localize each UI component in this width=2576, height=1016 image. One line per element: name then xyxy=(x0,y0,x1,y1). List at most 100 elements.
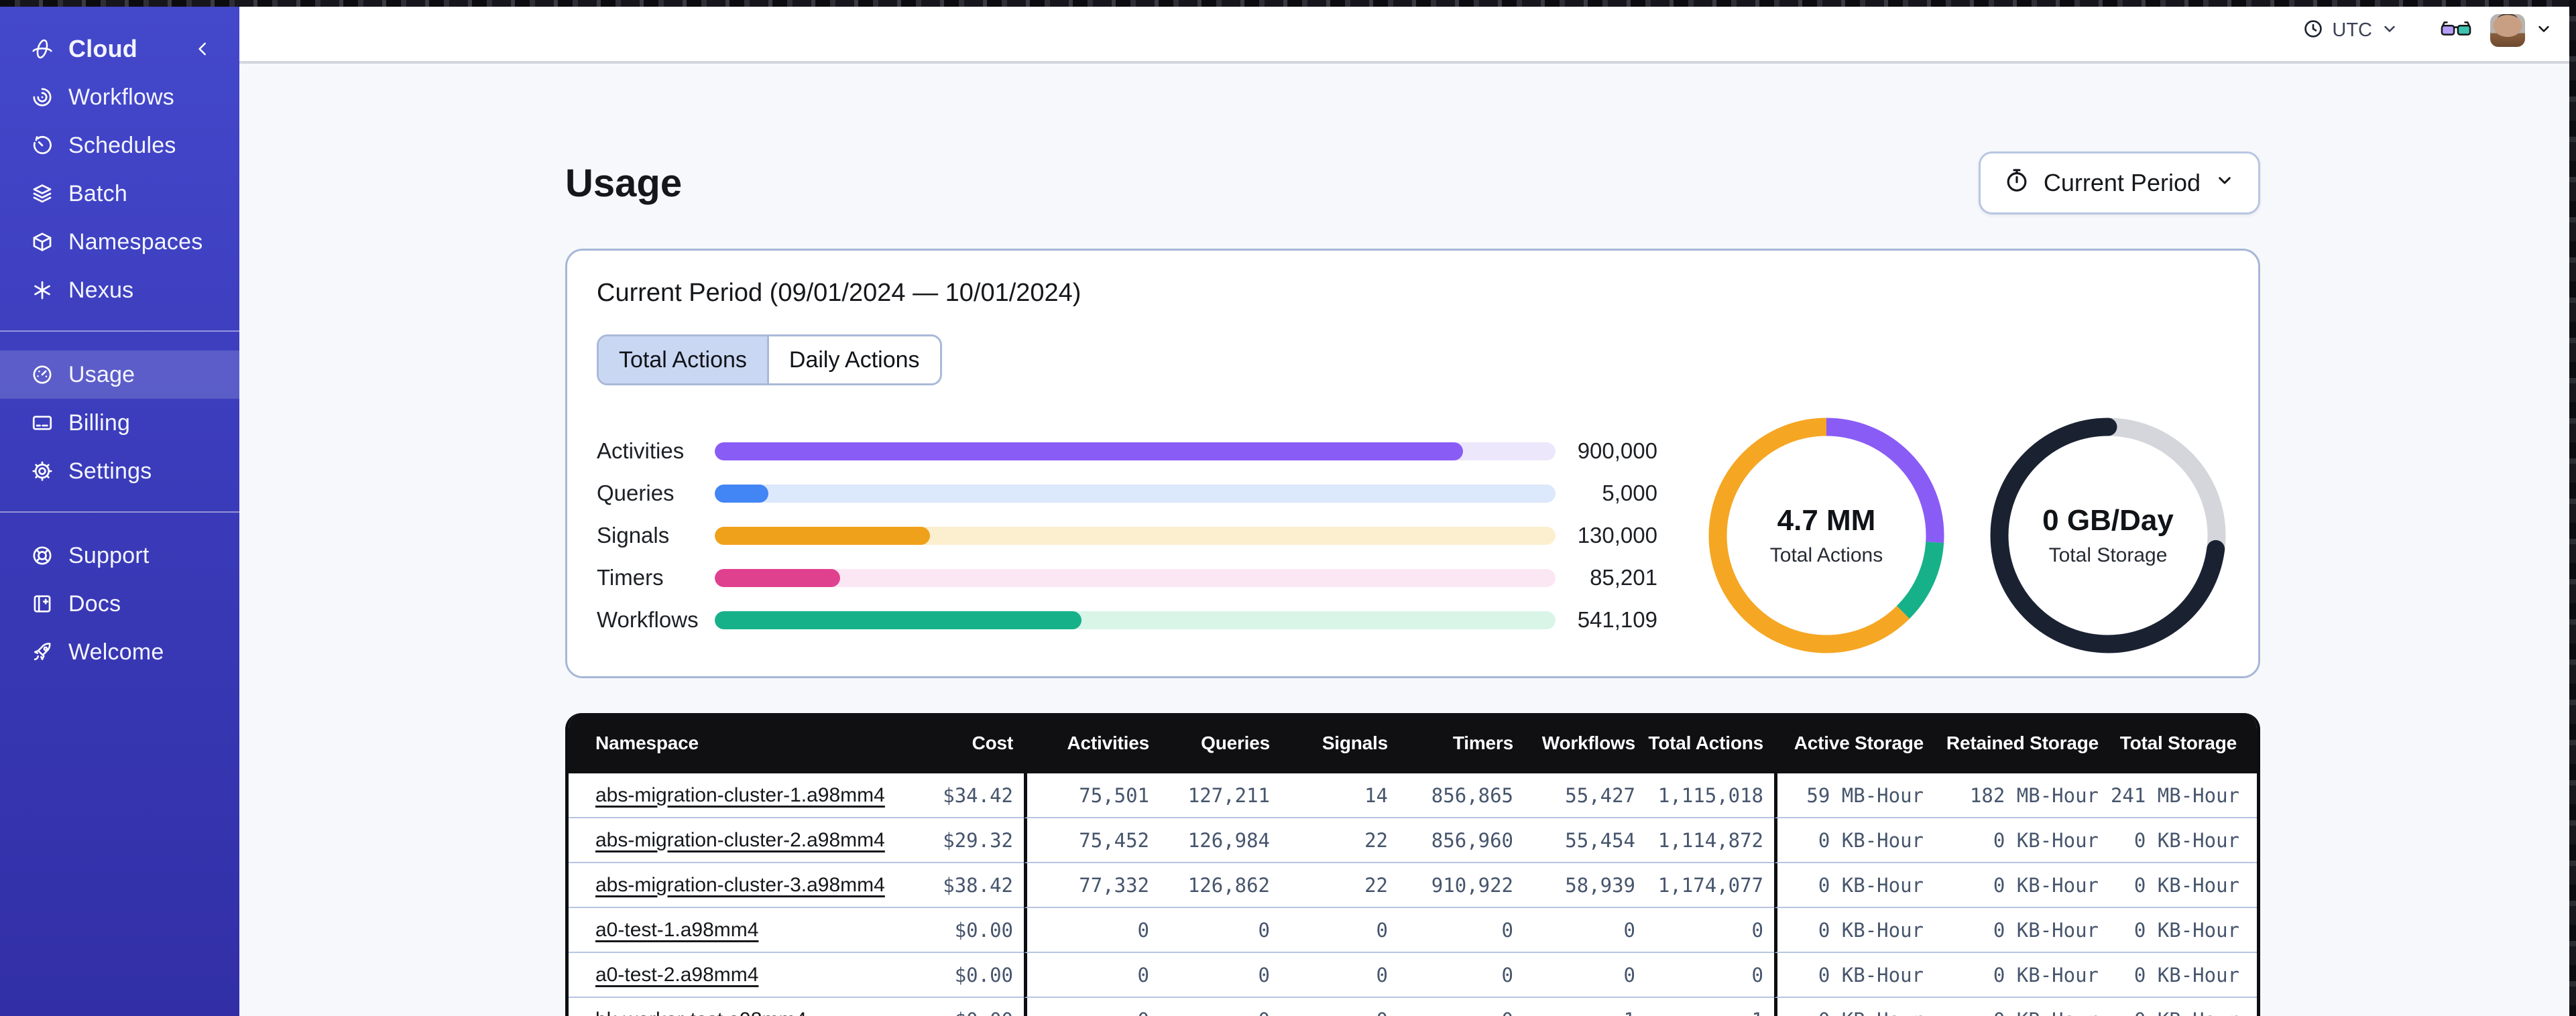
tab-total-actions[interactable]: Total Actions xyxy=(599,336,767,383)
dev-glasses-icon[interactable] xyxy=(2441,19,2471,42)
col-header-total-actions: Total Actions xyxy=(1646,713,1774,773)
namespaces-icon xyxy=(31,231,54,253)
col-header-timers: Timers xyxy=(1399,713,1524,773)
col-header-total-storage: Total Storage xyxy=(2109,713,2257,773)
sidebar-item-batch[interactable]: Batch xyxy=(0,170,239,218)
bar-row-timers: Timers 85,201 xyxy=(597,557,1657,599)
namespace-link[interactable]: bk-worker-test.a98mm4 xyxy=(595,1009,807,1016)
cell-activities: 0 xyxy=(1024,998,1160,1016)
table-row: a0-test-2.a98mm4 $0.00 0 0 0 0 0 0 0 KB-… xyxy=(569,953,2257,998)
cell-workflows: 55,454 xyxy=(1524,818,1646,863)
cell-cost: $29.32 xyxy=(904,818,1024,863)
clock-icon xyxy=(2302,18,2324,43)
welcome-rocket-icon xyxy=(31,641,54,663)
page-title: Usage xyxy=(565,161,683,205)
sidebar-item-label: Workflows xyxy=(68,84,174,110)
sidebar-item-settings[interactable]: Settings xyxy=(0,447,239,495)
bar-row-queries: Queries 5,000 xyxy=(597,472,1657,515)
account-menu-chevron-down-icon[interactable] xyxy=(2534,19,2553,42)
bar-value: 541,109 xyxy=(1577,607,1657,632)
cell-timers: 0 xyxy=(1399,953,1524,998)
sidebar-divider xyxy=(0,330,239,332)
bar-row-signals: Signals 130,000 xyxy=(597,515,1657,557)
chevron-down-icon xyxy=(2380,19,2399,42)
cell-total-storage: 0 KB-Hour xyxy=(2109,998,2257,1016)
card-title: Current Period (09/01/2024 — 10/01/2024) xyxy=(597,279,1081,307)
sidebar-item-welcome[interactable]: Welcome xyxy=(0,628,239,676)
sidebar-item-label: Nexus xyxy=(68,277,134,303)
cell-total-storage: 0 KB-Hour xyxy=(2109,953,2257,998)
sidebar-item-docs[interactable]: Docs xyxy=(0,580,239,628)
namespace-link[interactable]: abs-migration-cluster-2.a98mm4 xyxy=(595,829,885,851)
cell-retained-storage: 0 KB-Hour xyxy=(1934,908,2109,953)
bar-label: Activities xyxy=(597,438,685,463)
cell-timers: 0 xyxy=(1399,908,1524,953)
chevron-down-icon xyxy=(2214,169,2235,197)
cell-active-storage: 0 KB-Hour xyxy=(1774,998,1934,1016)
sidebar-item-nexus[interactable]: Nexus xyxy=(0,266,239,314)
bar-label: Workflows xyxy=(597,607,699,632)
cell-active-storage: 59 MB-Hour xyxy=(1774,773,1934,818)
period-selector-button[interactable]: Current Period xyxy=(1978,151,2260,214)
namespace-usage-table: Namespace Cost Activities Queries Signal… xyxy=(565,713,2260,1016)
col-header-workflows: Workflows xyxy=(1524,713,1646,773)
sidebar: Cloud Workflows Schedules Batch Namespac… xyxy=(0,0,239,1016)
namespace-link[interactable]: abs-migration-cluster-3.a98mm4 xyxy=(595,874,885,896)
cell-total-storage: 0 KB-Hour xyxy=(2109,818,2257,863)
cell-total-actions: 0 xyxy=(1646,953,1774,998)
cell-signals: 0 xyxy=(1281,953,1399,998)
cell-total-actions: 1,114,872 xyxy=(1646,818,1774,863)
timezone-selector[interactable]: UTC xyxy=(2302,18,2399,43)
cell-signals: 0 xyxy=(1281,908,1399,953)
namespace-link[interactable]: abs-migration-cluster-1.a98mm4 xyxy=(595,784,885,806)
cell-queries: 0 xyxy=(1160,908,1281,953)
cell-retained-storage: 0 KB-Hour xyxy=(1934,863,2109,908)
sidebar-item-label: Settings xyxy=(68,458,152,484)
current-period-card: Current Period (09/01/2024 — 10/01/2024)… xyxy=(565,249,2260,678)
bar-row-activities: Activities 900,000 xyxy=(597,430,1657,472)
sidebar-item-support[interactable]: Support xyxy=(0,531,239,580)
col-header-queries: Queries xyxy=(1160,713,1281,773)
cell-activities: 75,452 xyxy=(1024,818,1160,863)
namespace-link[interactable]: a0-test-1.a98mm4 xyxy=(595,919,758,941)
namespace-link[interactable]: a0-test-2.a98mm4 xyxy=(595,964,758,986)
table-row: bk-worker-test.a98mm4 $0.00 0 0 0 0 1 1 … xyxy=(569,998,2257,1016)
main-content: Usage Current Period Current Period (09/… xyxy=(239,66,2576,1016)
cell-timers: 856,865 xyxy=(1399,773,1524,818)
donut-value: 0 GB/Day xyxy=(2042,504,2174,537)
schedules-icon xyxy=(31,134,54,157)
cell-activities: 77,332 xyxy=(1024,863,1160,908)
donut-label: Total Actions xyxy=(1769,544,1883,566)
sidebar-item-label: Batch xyxy=(68,180,127,206)
sidebar-brand-cloud[interactable]: Cloud xyxy=(0,25,239,73)
cell-active-storage: 0 KB-Hour xyxy=(1774,863,1934,908)
sidebar-brand-label: Cloud xyxy=(68,35,137,62)
bar-row-workflows: Workflows 541,109 xyxy=(597,599,1657,641)
sidebar-item-label: Schedules xyxy=(68,132,176,158)
sidebar-item-usage[interactable]: Usage xyxy=(0,351,239,399)
sidebar-item-label: Billing xyxy=(68,409,131,436)
sidebar-item-namespaces[interactable]: Namespaces xyxy=(0,218,239,266)
collapse-sidebar-icon[interactable] xyxy=(192,39,213,59)
cell-workflows: 1 xyxy=(1524,998,1646,1016)
cell-retained-storage: 182 MB-Hour xyxy=(1934,773,2109,818)
table-row: abs-migration-cluster-3.a98mm4 $38.42 77… xyxy=(569,863,2257,908)
sidebar-item-label: Namespaces xyxy=(68,229,203,255)
bar-track xyxy=(715,611,1556,629)
sidebar-item-billing[interactable]: Billing xyxy=(0,399,239,447)
screenshot-edge-artifact-right xyxy=(2569,0,2576,1016)
sidebar-item-workflows[interactable]: Workflows xyxy=(0,73,239,121)
user-avatar[interactable] xyxy=(2490,14,2525,47)
sidebar-item-label: Usage xyxy=(68,361,135,387)
bar-label: Signals xyxy=(597,523,670,548)
sidebar-item-schedules[interactable]: Schedules xyxy=(0,121,239,170)
cell-queries: 126,984 xyxy=(1160,818,1281,863)
cell-total-actions: 1,174,077 xyxy=(1646,863,1774,908)
tab-daily-actions[interactable]: Daily Actions xyxy=(766,336,940,383)
cell-cost: $0.00 xyxy=(904,953,1024,998)
billing-icon xyxy=(31,411,54,434)
col-header-retained-storage: Retained Storage xyxy=(1934,713,2109,773)
table-header-row: Namespace Cost Activities Queries Signal… xyxy=(569,713,2257,773)
cell-activities: 0 xyxy=(1024,908,1160,953)
bar-track xyxy=(715,526,1556,545)
